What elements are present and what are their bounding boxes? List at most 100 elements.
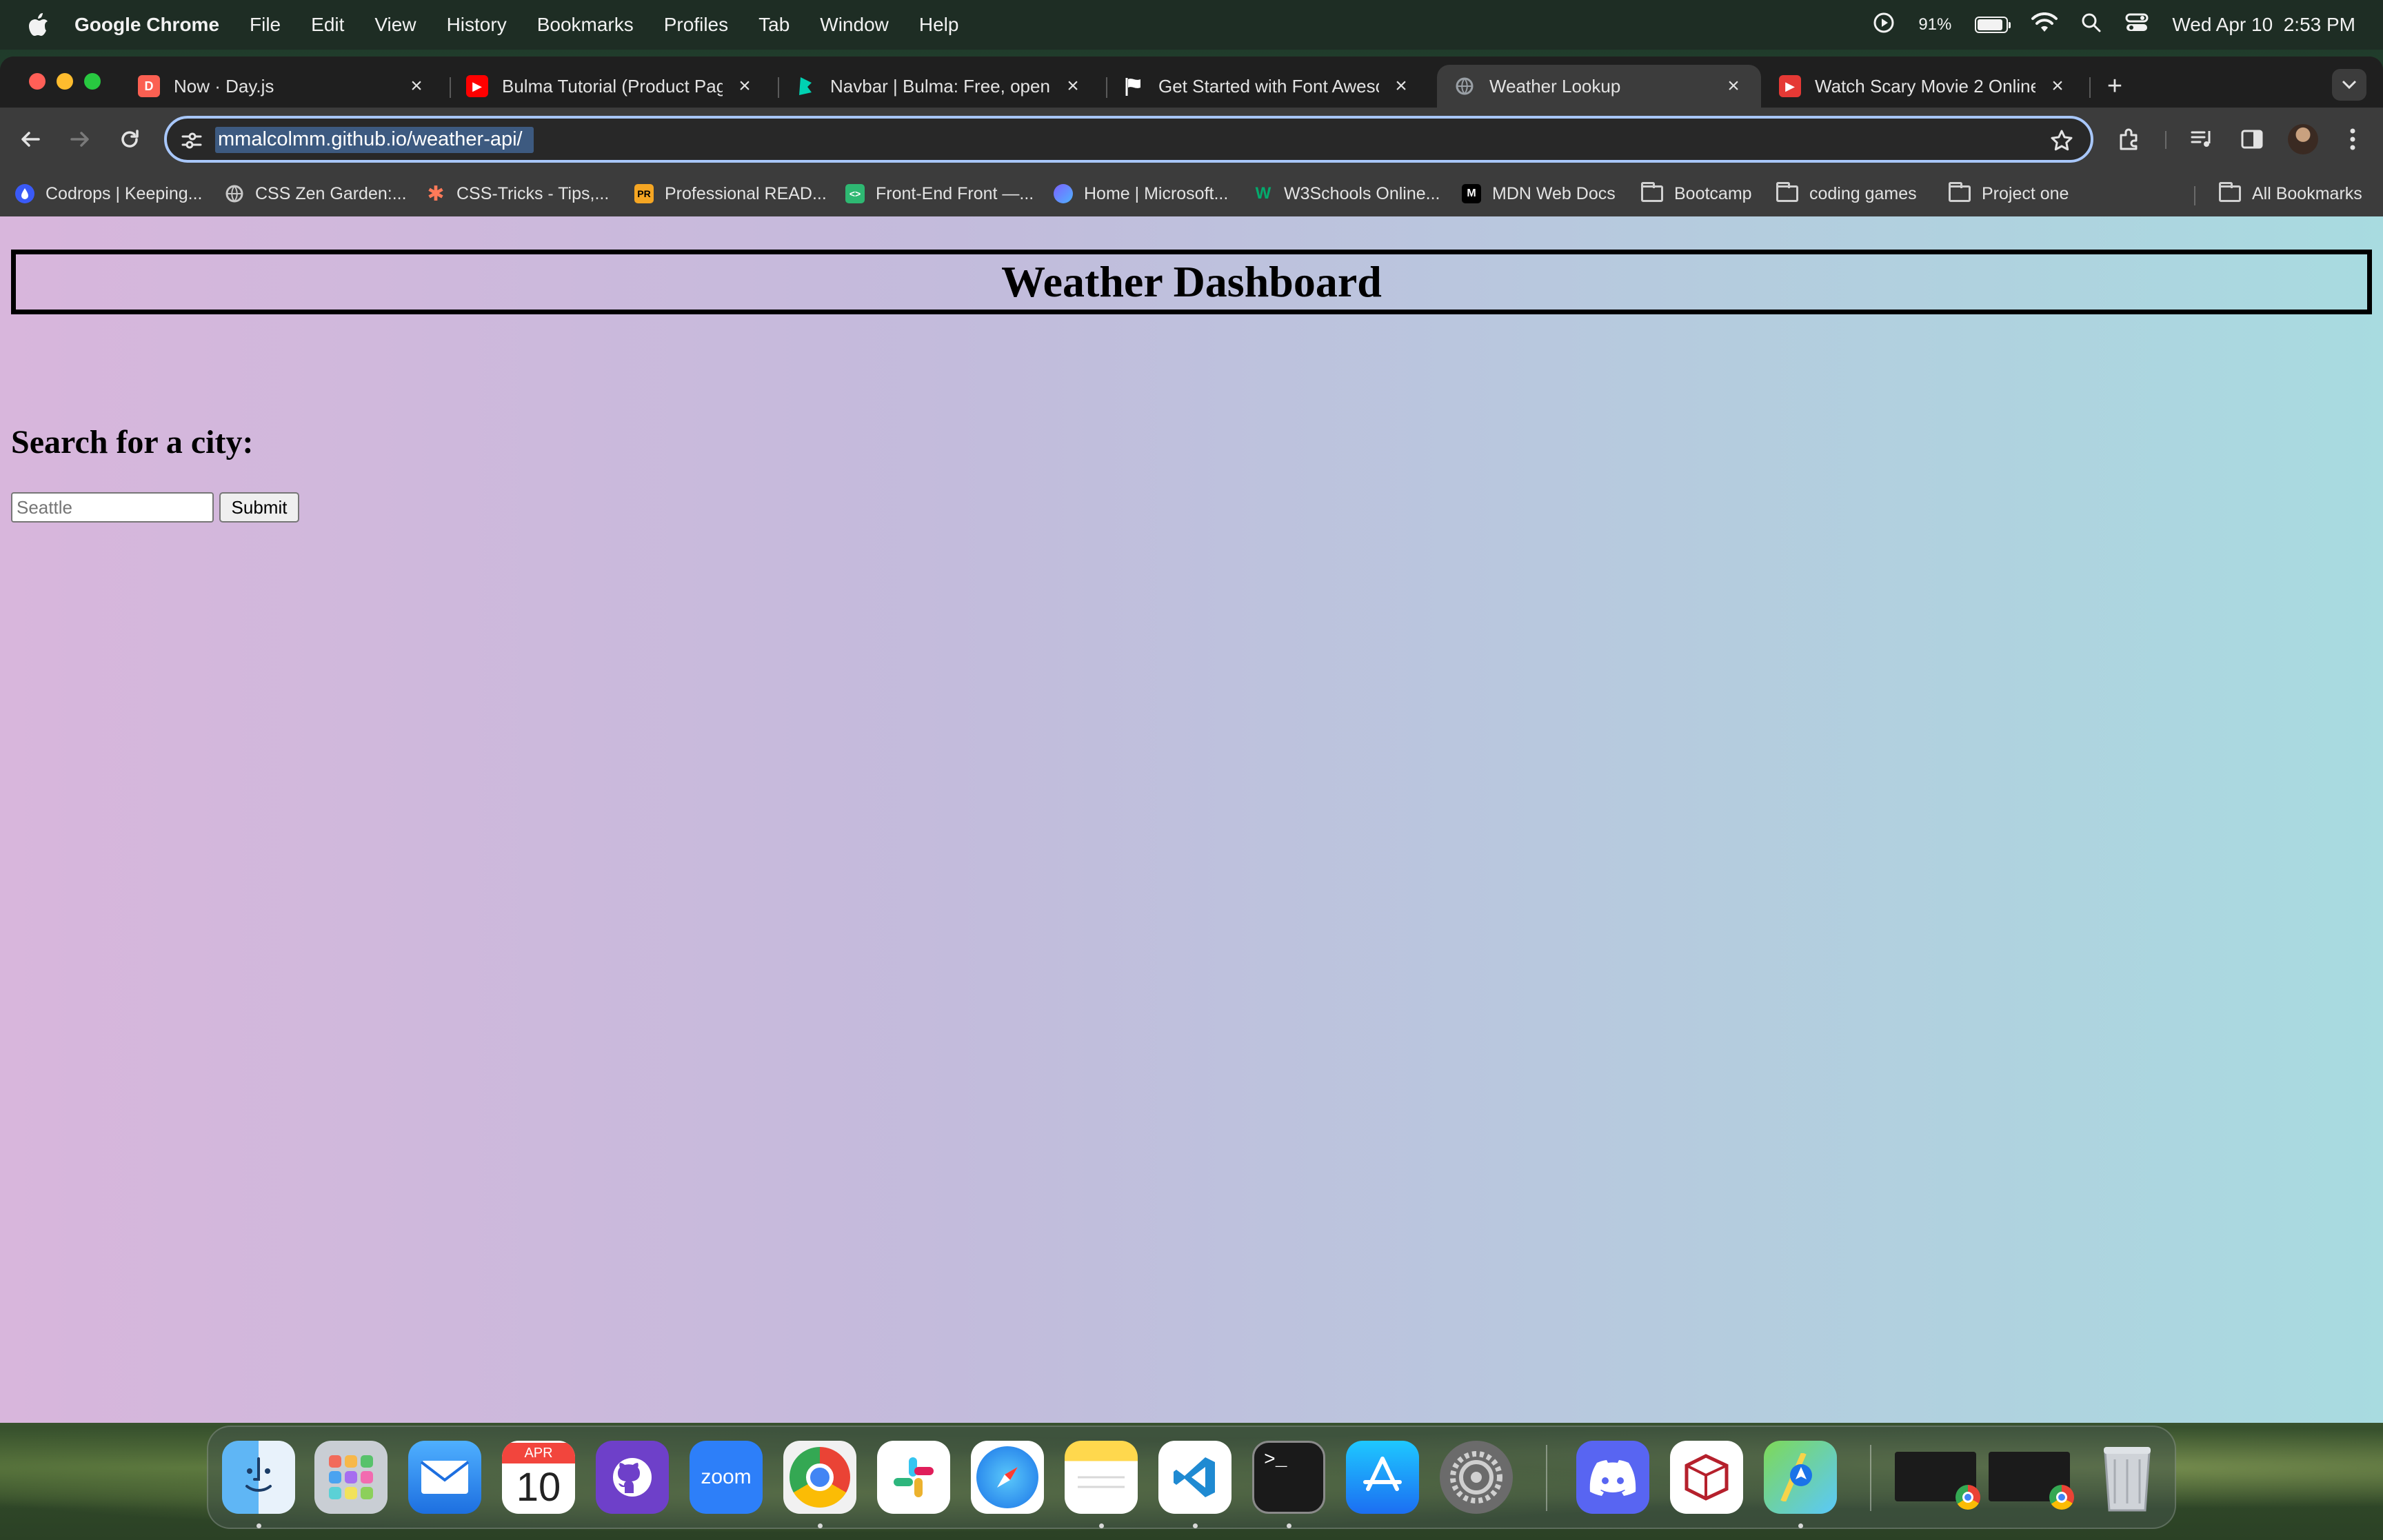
github-desktop-icon[interactable] [596,1441,669,1514]
tab-scary-movie[interactable]: ▶ Watch Scary Movie 2 Online f × [1762,65,2085,108]
page-viewport: Weather Dashboard Search for a city: Sub… [0,216,2383,1423]
zoom-icon[interactable]: zoom [690,1441,763,1514]
profile-avatar[interactable] [2288,124,2318,154]
tab-bulma-navbar[interactable]: Navbar | Bulma: Free, open so × [778,65,1100,108]
tab-search-button[interactable] [2332,69,2366,101]
dock-separator [1546,1445,1547,1511]
extensions-icon[interactable] [2114,124,2144,154]
folder-icon [1641,182,1663,202]
bookmark-microsoft[interactable]: Home | Microsoft... [1054,181,1228,207]
notes-icon[interactable] [1065,1441,1138,1514]
apple-menu-icon[interactable] [22,9,54,41]
now-playing-icon[interactable] [1873,12,1895,39]
tab-title: Navbar | Bulma: Free, open so [830,75,1051,97]
bookmark-css-tricks[interactable]: ✱ CSS-Tricks - Tips,... [426,181,609,207]
finder-icon[interactable] [222,1441,295,1514]
slack-icon[interactable] [877,1441,950,1514]
discord-icon[interactable] [1576,1441,1649,1514]
close-tab-icon[interactable]: × [2047,74,2069,97]
folder-icon [1949,182,1971,202]
media-control-icon[interactable] [2187,124,2218,154]
bookmark-label: CSS-Tricks - Tips,... [456,183,610,203]
menu-help[interactable]: Help [919,14,959,36]
forward-button[interactable] [63,123,97,156]
bookmark-label: Professional READ... [665,183,827,203]
tab-dayjs[interactable]: D Now · Day.js × [121,65,444,108]
bookmark-label: Home | Microsoft... [1084,183,1229,203]
bookmark-mdn[interactable]: M MDN Web Docs [1462,181,1616,207]
menu-bookmarks[interactable]: Bookmarks [537,14,634,36]
bookmark-front-end-front[interactable]: <> Front-End Front —... [845,181,1034,207]
close-tab-icon[interactable]: × [405,74,428,97]
bookmark-label: Codrops | Keeping... [46,183,203,203]
control-center-icon[interactable] [2125,12,2149,38]
submit-button[interactable]: Submit [219,492,299,523]
trash-icon[interactable] [2091,1441,2164,1514]
vscode-icon[interactable] [1158,1441,1231,1514]
menu-window[interactable]: Window [820,14,889,36]
window-controls [29,73,101,90]
more-menu-icon[interactable] [2337,124,2368,154]
play-icon: ▶ [1779,75,1801,97]
bookmark-folder-project-one[interactable]: Project one [1949,181,2069,207]
dock-separator [1870,1445,1871,1511]
bookmark-codrops[interactable]: Codrops | Keeping... [15,181,202,207]
side-panel-icon[interactable] [2237,124,2267,154]
all-bookmarks-button[interactable]: All Bookmarks [2219,181,2362,207]
bookmark-label: CSS Zen Garden:... [255,183,407,203]
codesandbox-icon[interactable] [1670,1441,1743,1514]
mail-icon[interactable] [408,1441,481,1514]
zoom-window-button[interactable] [84,73,101,90]
minimize-window-button[interactable] [57,73,73,90]
new-tab-button[interactable]: + [2099,70,2131,102]
address-bar[interactable]: mmalcolmm.github.io/weather-api/ [164,116,2093,163]
tab-strip: D Now · Day.js × ▶ Bulma Tutorial (Produ… [0,57,2383,108]
maps-icon[interactable] [1764,1441,1837,1514]
bookmark-label: MDN Web Docs [1492,183,1616,203]
close-tab-icon[interactable]: × [1062,74,1084,97]
wifi-icon[interactable] [2031,12,2058,38]
bookmark-css-zen-garden[interactable]: CSS Zen Garden:... [225,181,407,207]
minimized-window-thumbnail[interactable] [1895,1452,1980,1510]
safari-icon[interactable] [971,1441,1044,1514]
menu-edit[interactable]: Edit [311,14,344,36]
bookmark-star-icon[interactable] [2048,127,2075,154]
bookmark-w3schools[interactable]: W W3Schools Online... [1254,181,1440,207]
close-window-button[interactable] [29,73,46,90]
menubar-datetime[interactable]: Wed Apr 10 2:53 PM [2172,14,2355,36]
code-icon: <> [845,184,865,203]
menu-file[interactable]: File [250,14,281,36]
codrops-icon [15,184,34,203]
app-store-icon[interactable] [1346,1441,1419,1514]
menu-view[interactable]: View [374,14,416,36]
w3schools-icon: W [1255,184,1271,203]
launchpad-icon[interactable] [314,1441,388,1514]
bookmark-folder-coding-games[interactable]: coding games [1776,181,1917,207]
reload-button[interactable] [113,123,146,156]
battery-icon[interactable] [1975,17,2011,33]
bookmark-professional-readme[interactable]: PR Professional READ... [634,181,827,207]
bookmark-folder-bootcamp[interactable]: Bootcamp [1641,181,1752,207]
system-settings-icon[interactable] [1440,1441,1513,1514]
tab-weather-lookup[interactable]: Weather Lookup × [1437,65,1761,108]
terminal-icon[interactable]: >_ [1252,1441,1325,1514]
close-tab-icon[interactable]: × [734,74,756,97]
minimized-window-thumbnail[interactable] [1989,1452,2074,1510]
menu-history[interactable]: History [447,14,507,36]
spotlight-search-icon[interactable] [2081,12,2102,38]
tab-bulma-tutorial[interactable]: ▶ Bulma Tutorial (Product Page × [450,65,772,108]
calendar-icon[interactable]: APR 10 [502,1441,575,1514]
page-title: Weather Dashboard [1001,257,1382,306]
city-search-input[interactable] [11,492,214,523]
menu-app-name[interactable]: Google Chrome [74,14,219,36]
back-button[interactable] [14,123,47,156]
running-indicator [818,1523,823,1528]
chrome-icon[interactable] [783,1441,856,1514]
url-text[interactable]: mmalcolmm.github.io/weather-api/ [218,128,523,151]
menu-profiles[interactable]: Profiles [664,14,728,36]
tab-font-awesome[interactable]: Get Started with Font Awesom × [1106,65,1429,108]
site-settings-icon[interactable] [179,128,204,153]
close-tab-icon[interactable]: × [1390,74,1412,97]
close-tab-icon[interactable]: × [1722,74,1744,97]
menu-tab[interactable]: Tab [758,14,790,36]
